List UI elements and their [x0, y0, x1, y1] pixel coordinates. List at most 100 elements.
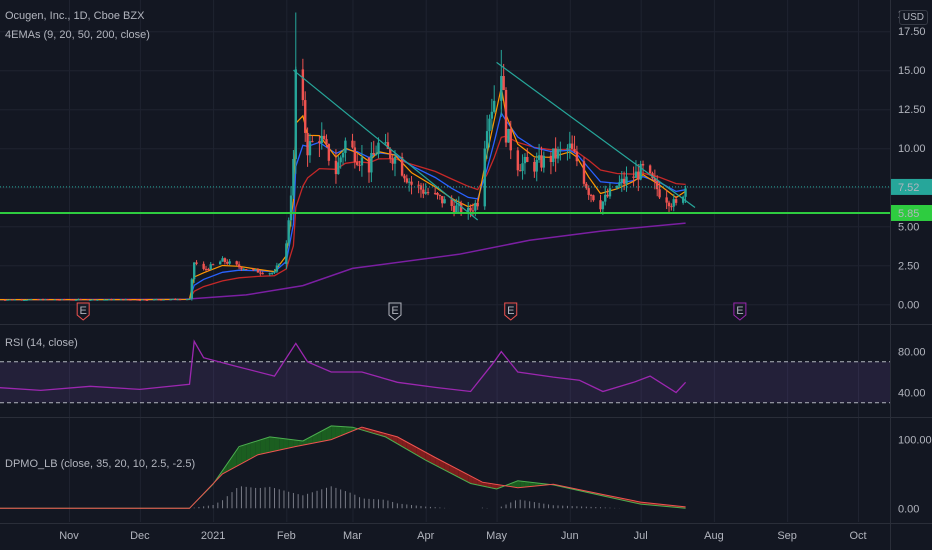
candle-body [13, 299, 16, 301]
candle-body [306, 132, 309, 156]
candle-body [86, 299, 90, 301]
candle-body [304, 100, 307, 133]
candle-body [632, 176, 635, 178]
candle-body [474, 202, 477, 211]
candle-body [533, 161, 536, 172]
candle-body [542, 155, 546, 168]
dpmo-band-segment [279, 438, 284, 451]
candle-body [176, 299, 179, 301]
candle-body [190, 279, 194, 299]
candle-body [360, 157, 364, 166]
candle-body [289, 195, 293, 221]
time-axis-label: Apr [417, 530, 434, 542]
candle-body [488, 118, 491, 132]
candle-body [639, 163, 642, 180]
candle-body [441, 196, 444, 204]
candle-body [367, 157, 371, 173]
price-axis-label: 5.00 [898, 221, 919, 233]
rsi-indicator-label[interactable]: RSI (14, close) [5, 337, 78, 349]
earnings-marker-label: E [507, 305, 514, 317]
candle-body [372, 153, 375, 155]
candle-body [268, 273, 271, 275]
candle-body [419, 185, 423, 190]
candle-body [256, 269, 260, 273]
candle-body [93, 299, 97, 301]
price-axis-label: 12.50 [898, 104, 926, 116]
candle-body [322, 135, 326, 140]
candle-body [351, 140, 354, 148]
candle-body [311, 141, 314, 143]
time-axis-label: Nov [59, 530, 79, 542]
candle-body [11, 299, 14, 301]
candle-body [672, 199, 675, 207]
dpmo-band-segment [241, 444, 247, 464]
candle-body [209, 264, 212, 270]
dpmo-band-segment [515, 481, 521, 488]
candle-body [485, 131, 489, 149]
candle-body [162, 299, 165, 301]
candle-body [606, 194, 609, 197]
candle-body [585, 183, 588, 189]
dpmo-indicator-label[interactable]: DPMO_LB (close, 35, 20, 10, 2.5, -2.5) [5, 458, 195, 470]
support-price-text: 5.85 [898, 208, 919, 220]
candle-body [124, 299, 127, 301]
price-axis-label: 0.00 [898, 299, 919, 311]
candle-body [570, 143, 574, 149]
candle-body [620, 178, 623, 183]
candle-body [559, 149, 562, 151]
candle-body [625, 176, 628, 184]
candle-body [60, 299, 64, 301]
candle-body [129, 299, 132, 301]
candle-body [193, 262, 196, 280]
candle-body [136, 299, 139, 301]
candle-body [226, 262, 229, 264]
candle-body [228, 261, 231, 264]
candle-body [89, 299, 92, 301]
candle-body [119, 299, 123, 301]
candle-body [493, 100, 496, 112]
candle-body [471, 210, 475, 212]
candle-body [70, 299, 73, 301]
candle-body [568, 143, 572, 149]
candle-body [77, 299, 80, 301]
candle-body [275, 265, 279, 272]
candle-body [537, 155, 541, 160]
candle-body [273, 271, 276, 273]
time-axis-label: 2021 [201, 530, 225, 542]
candle-body [207, 269, 210, 271]
candle-body [341, 152, 345, 158]
candle-body [566, 148, 569, 150]
candle-body [178, 299, 182, 301]
candle-body [91, 299, 94, 301]
candle-body [287, 220, 290, 244]
candle-body [554, 148, 557, 159]
candle-body [502, 76, 505, 91]
dpmo-band-segment [274, 437, 280, 452]
candle-body [599, 200, 602, 210]
ema-indicator-label[interactable]: 4EMAs (9, 20, 50, 200, close) [5, 29, 150, 41]
candle-body [637, 171, 640, 180]
candle-body [159, 299, 163, 301]
candle-body [384, 142, 387, 144]
dpmo-band-segment [265, 436, 270, 454]
candle-body [422, 189, 425, 194]
time-axis-label: Sep [777, 530, 797, 542]
candle-body [648, 165, 652, 174]
rsi-axis-label: 80.00 [898, 347, 926, 359]
candle-body [110, 299, 113, 301]
candle-body [74, 299, 78, 301]
candle-body [252, 269, 255, 271]
time-axis-label: Mar [343, 530, 362, 542]
candle-body [157, 299, 160, 301]
candle-body [63, 299, 66, 301]
earnings-marker-label: E [80, 305, 87, 317]
candle-body [667, 202, 671, 207]
symbol-title[interactable]: Ocugen, Inc., 1D, Cboe BZX [5, 10, 144, 22]
candle-body [20, 299, 23, 301]
earnings-marker-label: E [736, 305, 743, 317]
currency-badge[interactable]: USD [898, 10, 928, 25]
candle-body [403, 175, 406, 179]
candle-body [308, 141, 312, 156]
time-axis-label: Jul [634, 530, 648, 542]
candle-body [443, 199, 446, 204]
